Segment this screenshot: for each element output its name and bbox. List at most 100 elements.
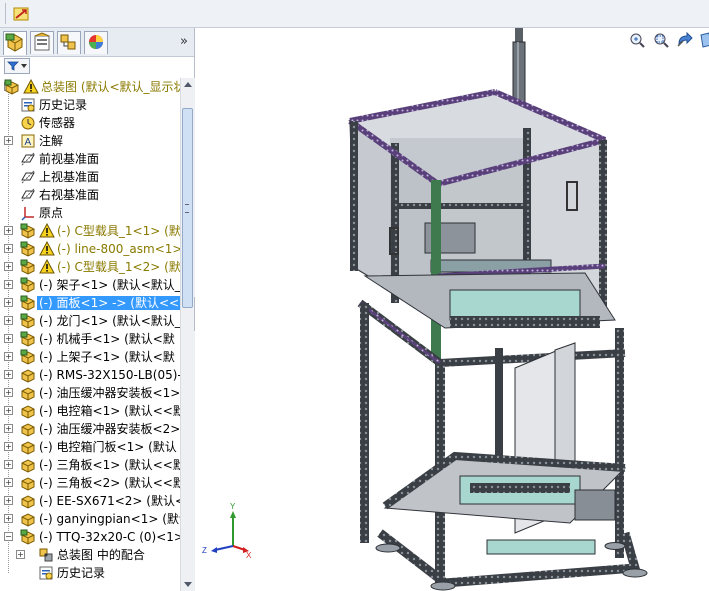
expand-toggle[interactable]: + [4,226,13,235]
expand-toggle[interactable]: + [16,550,25,559]
tree-item[interactable]: + (-) C型载具_1<1> (默 [0,222,180,240]
tabs-more-button[interactable]: » [180,34,188,49]
tab-displaymanager[interactable] [84,31,108,54]
tab-featuremanager[interactable] [3,31,27,55]
tree-item-label: (-) 三角板<1> (默认<<默 [39,458,180,472]
tree-item[interactable]: + (-) 电控箱<1> (默认<<默 [0,402,180,420]
warning-icon [39,222,55,239]
toolbar-separator [5,3,6,24]
tree-item[interactable]: + (-) ganyingpian<1> (默认 [0,510,180,528]
tree-item[interactable]: + 总装图 中的配合 [0,546,180,564]
part-icon [20,403,36,419]
tree-item-label: (-) C型载具_1<2> (默 [57,260,180,274]
expand-toggle[interactable]: + [4,388,13,397]
subassembly-icon [20,331,36,347]
expand-toggle[interactable]: + [4,352,13,361]
assembly-icon [4,79,20,95]
subassembly-icon [20,349,36,365]
smart-dimension-icon[interactable] [13,5,31,22]
expand-toggle[interactable]: + [4,244,13,253]
part-icon [20,439,36,455]
tree-item-label: 传感器 [39,116,76,130]
scroll-up-arrow[interactable] [184,82,192,87]
tab-configurationmanager[interactable] [57,31,81,54]
tree-item[interactable]: 历史记录 [0,96,180,114]
tab-propertymanager[interactable] [30,31,54,54]
tree-item[interactable]: + (-) 电控箱门板<1> (默认 [0,438,180,456]
triad-x-label: X [246,551,252,560]
tree-item[interactable]: + (-) RMS-32X150-LB(05)- [0,366,180,384]
manager-tabs: » [0,28,194,57]
warning-icon [39,240,55,257]
part-icon [20,385,36,401]
history-icon [20,97,36,113]
tree-item[interactable]: 右视基准面 [0,186,180,204]
tree-item[interactable]: 传感器 [0,114,180,132]
tree-item[interactable]: + (-) 龙门<1> (默认<默认_ [0,312,180,330]
part-icon [20,511,36,527]
mates-icon [38,547,54,563]
part-icon [20,475,36,491]
subassembly-icon [20,241,36,257]
tree-item[interactable]: + (-) C型载具_1<2> (默 [0,258,180,276]
filter-dropdown[interactable] [4,58,30,74]
tree-item-label: (-) ganyingpian<1> (默认 [39,512,180,526]
tree-item-label: 历史记录 [39,98,88,112]
subassembly-icon [20,259,36,275]
part-icon [20,367,36,383]
expand-toggle[interactable]: + [4,406,13,415]
tree-item[interactable]: + (-) 架子<1> (默认<默认_ [0,276,180,294]
tree-item-label: (-) 电控箱门板<1> (默认 [39,440,177,454]
tree-item[interactable]: − (-) TTQ-32x20-C (0)<1> [0,528,180,546]
expand-toggle[interactable]: + [4,514,13,523]
expand-toggle[interactable]: + [4,478,13,487]
tree-item-label: 上视基准面 [39,170,100,184]
subassembly-icon [20,529,36,545]
expand-toggle[interactable]: + [4,298,13,307]
expand-toggle[interactable]: + [4,496,13,505]
tree-item-label: 前视基准面 [39,152,100,166]
tree-item-label: (-) 上架子<1> (默认<默 [39,350,175,364]
tree-item-label: (-) EE-SX671<2> (默认< [39,494,180,508]
tree-item[interactable]: + (-) 三角板<1> (默认<<默 [0,456,180,474]
tree-item[interactable]: + (-) 油压缓冲器安装板<1> [0,384,180,402]
top-cylinder [512,28,526,105]
expand-toggle[interactable]: + [4,316,13,325]
tree-item[interactable]: + (-) 上架子<1> (默认<默 [0,348,180,366]
tree-item[interactable]: −总装图 (默认<默认_显示状 [0,78,180,96]
expand-toggle[interactable]: + [4,262,13,271]
collapse-toggle[interactable]: − [4,532,13,541]
assembly-model: Y X Z [202,28,648,591]
tree-item[interactable]: 前视基准面 [0,150,180,168]
tree-item[interactable]: 上视基准面 [0,168,180,186]
triad-z-label: Z [202,546,207,555]
tree-item[interactable]: + (-) 油压缓冲器安装板<2> [0,420,180,438]
tree-item[interactable]: 历史记录 [0,564,180,582]
tree-item-label: (-) 面板<1> -> (默认<< [37,296,180,310]
subassembly-icon [20,223,36,239]
tree-item[interactable]: 原点 [0,204,180,222]
tree-item[interactable]: + (-) 机械手<1> (默认<默 [0,330,180,348]
tree-item[interactable]: + (-) line-800_asm<1> [0,240,180,258]
command-toolbar [0,0,709,28]
graphics-area[interactable]: Y X Z [195,28,709,591]
scroll-down-arrow[interactable] [184,582,192,587]
tree-item[interactable]: + (-) EE-SX671<2> (默认< [0,492,180,510]
tree-item[interactable]: + (-) 三角板<2> (默认<<默 [0,474,180,492]
tree-item[interactable]: + A 注解 [0,132,180,150]
expand-toggle[interactable]: + [4,280,13,289]
base-frame [375,451,648,591]
expand-toggle[interactable]: + [4,136,13,145]
tree-item[interactable]: + (-) 面板<1> -> (默认<< [0,294,180,312]
expand-toggle[interactable]: + [4,424,13,433]
expand-toggle[interactable]: + [4,460,13,469]
svg-text:A: A [25,137,32,148]
expand-toggle[interactable]: + [4,334,13,343]
expand-toggle[interactable]: + [4,370,13,379]
expand-toggle[interactable]: + [4,442,13,451]
tree-scrollbar[interactable] [180,78,195,591]
filter-icon [7,61,19,71]
tree-item-label: 原点 [39,206,64,220]
tree-item-label: (-) 电控箱<1> (默认<<默 [39,404,180,418]
tree-item-label: (-) 三角板<2> (默认<<默 [39,476,180,490]
